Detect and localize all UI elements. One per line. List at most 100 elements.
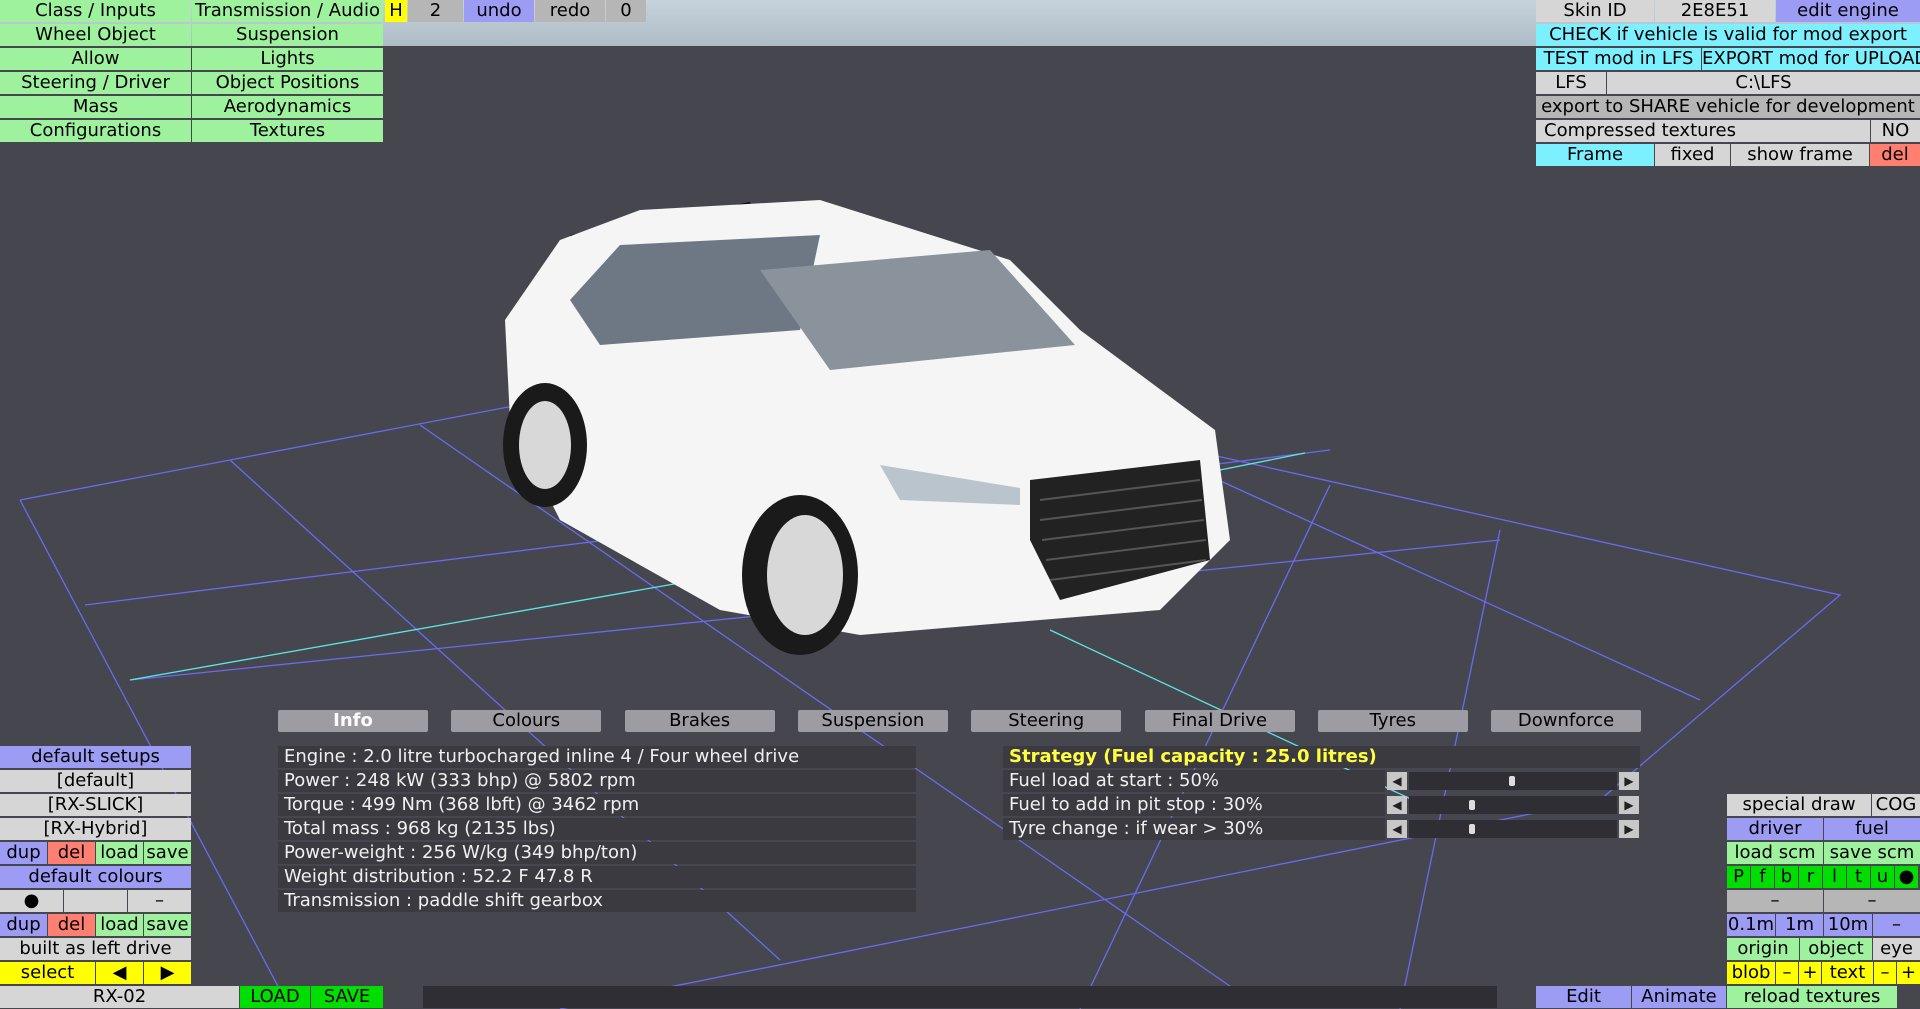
menu-suspension[interactable]: Suspension [192,24,383,46]
compressed-textures-toggle[interactable]: NO [1871,120,1920,142]
object-button[interactable]: object [1800,938,1872,960]
edit-engine-button[interactable]: edit engine [1776,0,1920,22]
tab-steering[interactable]: Steering [971,710,1122,732]
save-scm-button[interactable]: save scm [1824,842,1920,864]
undo-button[interactable]: undo [464,0,534,22]
scale-dash-button[interactable]: – [1873,914,1920,936]
scale-0-1m-button[interactable]: 0.1m [1727,914,1775,936]
left-drive-toggle[interactable]: built as left drive [0,938,191,960]
menu-configurations[interactable]: Configurations [0,120,191,142]
tab-downforce[interactable]: Downforce [1491,710,1642,732]
menu-wheel-object[interactable]: Wheel Object [0,24,191,46]
colour-save-button[interactable]: save [144,914,191,936]
setup-load-button[interactable]: load [96,842,143,864]
setup-default[interactable]: [default] [0,770,191,792]
menu-object-positions[interactable]: Object Positions [192,72,383,94]
draw-toggle-r[interactable]: r [1799,866,1822,888]
slider-right-arrow[interactable]: ▶ [1619,820,1639,838]
cog-button[interactable]: COG [1872,794,1920,816]
strategy-slider[interactable] [1409,772,1617,790]
draw-toggle-P[interactable]: P [1727,866,1750,888]
default-setups-button[interactable]: default setups [0,746,191,768]
check-vehicle-button[interactable]: CHECK if vehicle is valid for mod export [1536,24,1920,46]
slider-thumb[interactable] [1469,800,1475,810]
draw-toggle-b[interactable]: b [1775,866,1798,888]
draw-toggle-dot[interactable]: ● [1895,866,1918,888]
slider-thumb[interactable] [1469,824,1475,834]
menu-lights[interactable]: Lights [192,48,383,70]
setup-save-button[interactable]: save [144,842,191,864]
menu-textures[interactable]: Textures [192,120,383,142]
tab-info[interactable]: Info [278,710,428,732]
colour-del-button[interactable]: del [48,914,95,936]
slider-left-arrow[interactable]: ◀ [1387,772,1407,790]
blob-button[interactable]: blob [1727,962,1775,984]
blob-plus-button[interactable]: + [1799,962,1821,984]
strategy-slider[interactable] [1409,820,1617,838]
h-button[interactable]: H [385,0,407,22]
colour-dot[interactable]: ● [0,890,63,912]
eye-button[interactable]: eye [1873,938,1920,960]
tab-suspension[interactable]: Suspension [797,710,948,732]
menu-aerodynamics[interactable]: Aerodynamics [192,96,383,118]
draw-toggle-t[interactable]: t [1847,866,1870,888]
setup-dup-button[interactable]: dup [0,842,47,864]
default-colours-button[interactable]: default colours [0,866,191,888]
special-draw-button[interactable]: special draw [1727,794,1871,816]
colour-blank[interactable] [64,890,127,912]
save-car-button[interactable]: SAVE [311,986,383,1008]
share-export-button[interactable]: export to SHARE vehicle for development [1536,96,1920,118]
dash-right[interactable]: – [1824,890,1920,912]
show-frame-button[interactable]: show frame [1731,144,1869,166]
test-mod-button[interactable]: TEST mod in LFS [1536,48,1701,70]
delete-frame-button[interactable]: del [1870,144,1920,166]
fixed-button[interactable]: fixed [1655,144,1730,166]
slider-thumb[interactable] [1509,776,1515,786]
reload-textures-button[interactable]: reload textures [1727,986,1897,1008]
text-button[interactable]: text [1822,962,1873,984]
fuel-button[interactable]: fuel [1824,818,1920,840]
setup-rx-slick[interactable]: [RX-SLICK] [0,794,191,816]
strategy-slider[interactable] [1409,796,1617,814]
next-arrow-button[interactable]: ▶ [144,962,191,984]
lfs-path[interactable]: C:\LFS [1607,72,1920,94]
text-plus-button[interactable]: + [1897,962,1920,984]
tab-final-drive[interactable]: Final Drive [1144,710,1295,732]
prev-arrow-button[interactable]: ◀ [96,962,143,984]
blob-minus-button[interactable]: – [1776,962,1798,984]
draw-toggle-f[interactable]: f [1751,866,1774,888]
slider-right-arrow[interactable]: ▶ [1619,796,1639,814]
setup-rx-hybrid[interactable]: [RX-Hybrid] [0,818,191,840]
load-car-button[interactable]: LOAD [240,986,310,1008]
slider-right-arrow[interactable]: ▶ [1619,772,1639,790]
tab-colours[interactable]: Colours [451,710,602,732]
slider-left-arrow[interactable]: ◀ [1387,796,1407,814]
tab-brakes[interactable]: Brakes [624,710,775,732]
setup-del-button[interactable]: del [48,842,95,864]
load-scm-button[interactable]: load scm [1727,842,1823,864]
colour-dup-button[interactable]: dup [0,914,47,936]
scale-1m-button[interactable]: 1m [1776,914,1823,936]
driver-button[interactable]: driver [1727,818,1823,840]
origin-button[interactable]: origin [1727,938,1799,960]
draw-toggle-l[interactable]: l [1823,866,1846,888]
text-minus-button[interactable]: – [1874,962,1896,984]
scale-10m-button[interactable]: 10m [1824,914,1872,936]
edit-button[interactable]: Edit [1536,986,1631,1008]
skin-id-value[interactable]: 2E8E51 [1655,0,1775,22]
menu-allow[interactable]: Allow [0,48,191,70]
select-button[interactable]: select [0,962,95,984]
tab-tyres[interactable]: Tyres [1317,710,1468,732]
slider-left-arrow[interactable]: ◀ [1387,820,1407,838]
export-mod-button[interactable]: EXPORT mod for UPLOAD [1702,48,1920,70]
menu-class-inputs[interactable]: Class / Inputs [0,0,191,22]
colour-dash[interactable]: – [128,890,191,912]
dash-left[interactable]: – [1727,890,1823,912]
colour-load-button[interactable]: load [96,914,143,936]
draw-toggle-u[interactable]: u [1871,866,1894,888]
menu-transmission-audio[interactable]: Transmission / Audio [192,0,383,22]
frame-button[interactable]: Frame [1536,144,1654,166]
menu-mass[interactable]: Mass [0,96,191,118]
animate-button[interactable]: Animate [1632,986,1726,1008]
redo-button[interactable]: redo [535,0,605,22]
